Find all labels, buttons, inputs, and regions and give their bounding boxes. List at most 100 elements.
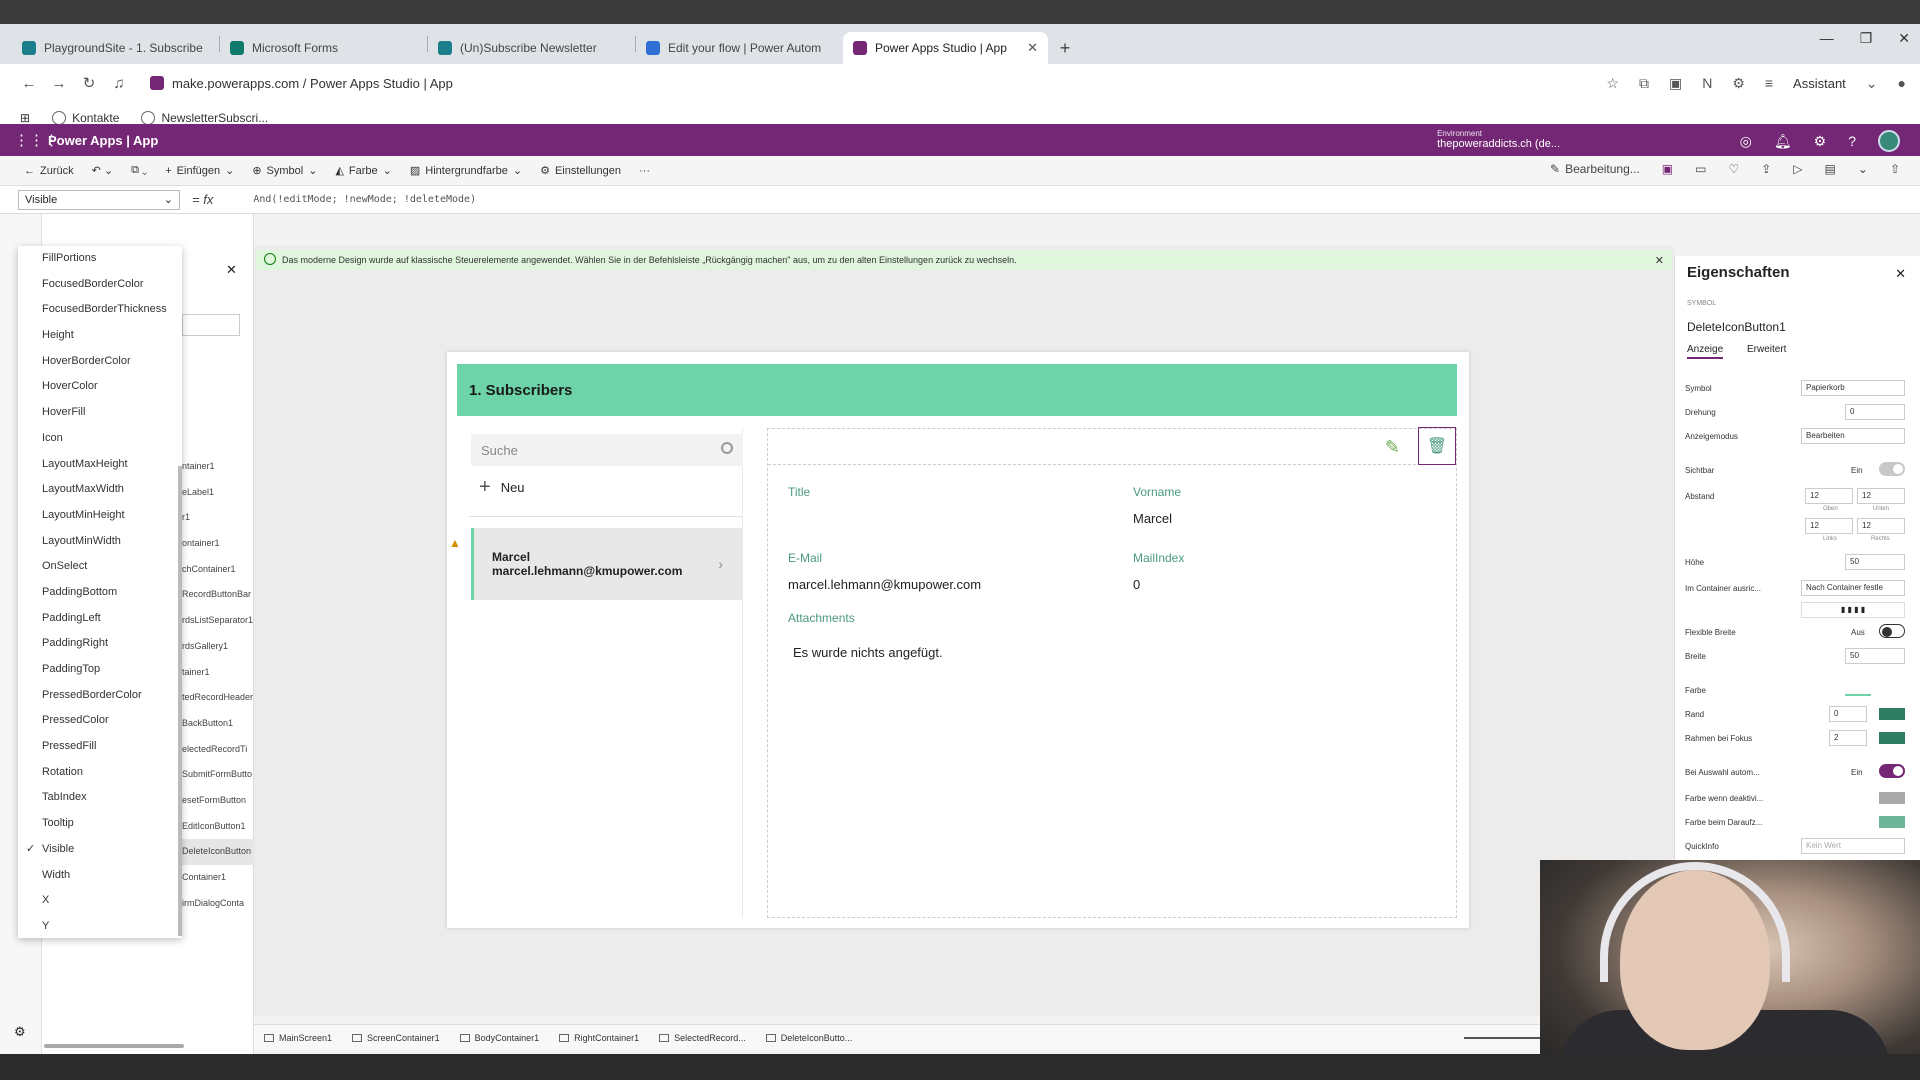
padding-top-input[interactable]: 12 (1805, 488, 1853, 504)
edit-icon[interactable]: ✎ (1385, 437, 1400, 458)
property-option[interactable]: FillPortions (18, 246, 182, 272)
breadcrumb-item[interactable]: RightContainer1 (559, 1033, 639, 1043)
display-mode-select[interactable]: Bearbeiten (1801, 428, 1905, 444)
extension-icon[interactable]: ⧉ (1639, 75, 1649, 92)
url-field[interactable]: make.powerapps.com / Power Apps Studio |… (150, 76, 1606, 91)
star-icon[interactable]: ☆ (1606, 75, 1619, 92)
alignment-buttons[interactable]: ▮ ▮ ▮ ▮ (1801, 602, 1905, 618)
apps-icon[interactable]: ⊞ (20, 111, 30, 125)
tree-item[interactable]: esetFormButton (178, 788, 254, 814)
settings-icon[interactable]: ⚙ (14, 1024, 26, 1040)
property-option[interactable]: LayoutMinHeight (18, 503, 182, 529)
breadcrumb-item[interactable]: ScreenContainer1 (352, 1033, 440, 1043)
tree-item[interactable]: electedRecordTi (178, 737, 254, 763)
tree-item[interactable]: EditIconButton1 (178, 814, 254, 840)
property-option[interactable]: HoverBorderColor (18, 349, 182, 375)
property-option[interactable]: TabIndex (18, 785, 182, 811)
tree-item[interactable]: eLabel1 (178, 480, 254, 506)
disabled-color-swatch[interactable] (1879, 792, 1905, 804)
more-button[interactable]: ··· (639, 165, 650, 177)
tab-display[interactable]: Anzeige (1687, 344, 1724, 359)
zoom-slider[interactable] (1464, 1037, 1544, 1039)
property-option[interactable]: PressedColor (18, 708, 182, 734)
copilot-icon[interactable]: ◎ (1740, 133, 1752, 150)
tree-item[interactable]: rdsGallery1 (178, 634, 254, 660)
restore-icon[interactable]: ❐ (1860, 30, 1873, 47)
menu-icon[interactable]: ≡ (1765, 75, 1773, 91)
new-tab-button[interactable]: + (1050, 32, 1080, 64)
settings-icon[interactable]: ⚙ (1732, 75, 1745, 92)
bell-icon[interactable]: 🔔︎ (1774, 133, 1792, 150)
close-icon[interactable]: ✕ (1655, 254, 1664, 267)
property-option-selected[interactable]: ✓ Visible (18, 837, 182, 863)
property-option[interactable]: Rotation (18, 760, 182, 786)
property-option[interactable]: LayoutMaxHeight (18, 452, 182, 478)
property-option[interactable]: Tooltip (18, 811, 182, 837)
tab-advanced[interactable]: Erweitert (1747, 344, 1786, 355)
property-option[interactable]: PaddingBottom (18, 580, 182, 606)
tree-item[interactable]: ntainer1 (178, 454, 254, 480)
browser-tab[interactable]: PlaygroundSite - 1. Subscribe (12, 32, 217, 64)
breadcrumb-item[interactable]: MainScreen1 (264, 1033, 332, 1043)
tree-item[interactable]: BackButton1 (178, 711, 254, 737)
tree-item[interactable]: tedRecordHeader (178, 685, 254, 711)
reload-icon[interactable]: ↻ (74, 74, 104, 92)
assistant-button[interactable]: Assistant (1793, 76, 1846, 91)
property-option[interactable]: Icon (18, 426, 182, 452)
formula-input[interactable]: And(!editMode; !newMode; !deleteMode) (253, 194, 476, 205)
autoselect-toggle[interactable] (1879, 764, 1905, 778)
comment-icon[interactable]: ▭ (1695, 162, 1706, 176)
border-color-swatch[interactable] (1879, 708, 1905, 720)
flex-width-toggle[interactable] (1879, 624, 1905, 638)
hover-color-swatch[interactable] (1879, 816, 1905, 828)
tree-item[interactable]: tainer1 (178, 660, 254, 686)
play-icon[interactable]: ▷ (1793, 162, 1802, 176)
breadcrumb-item[interactable]: BodyContainer1 (459, 1033, 539, 1043)
property-option[interactable]: PressedBorderColor (18, 683, 182, 709)
tree-item[interactable]: RecordButtonBar (178, 582, 254, 608)
close-window-icon[interactable]: ✕ (1898, 30, 1910, 47)
close-tab-icon[interactable]: ✕ (1027, 40, 1038, 56)
tree-item[interactable]: rdsListSeparator1 (178, 608, 254, 634)
focus-border-swatch[interactable] (1879, 732, 1905, 744)
padding-left-input[interactable]: 12 (1805, 518, 1853, 534)
tree-item-selected[interactable]: DeleteIconButton (178, 839, 254, 865)
height-input[interactable]: 50 (1845, 554, 1905, 570)
border-input[interactable]: 0 (1829, 706, 1867, 722)
copy-icon[interactable]: ⧉ ⌄ (131, 164, 147, 177)
tooltip-input[interactable]: Kein Wert (1801, 838, 1905, 854)
property-option[interactable]: FocusedBorderColor (18, 272, 182, 298)
environment-picker[interactable]: Environment thepoweraddicts.ch (de... (1437, 129, 1560, 150)
insert-button[interactable]: + Einfügen ⌄ (165, 164, 234, 178)
rotation-input[interactable]: 0 (1845, 404, 1905, 420)
avatar[interactable] (1878, 130, 1900, 152)
share-icon[interactable]: ⇪ (1761, 162, 1771, 176)
align-select[interactable]: Nach Container festle (1801, 580, 1905, 596)
close-icon[interactable]: ✕ (1895, 266, 1906, 282)
browser-tab[interactable]: Edit your flow | Power Autom (636, 32, 841, 64)
breadcrumb-item[interactable]: SelectedRecord... (659, 1033, 746, 1043)
tree-item[interactable]: chContainer1 (178, 557, 254, 583)
property-selector[interactable]: Visible ⌄ (18, 189, 180, 210)
collections-icon[interactable]: ▣ (1669, 75, 1682, 92)
property-option[interactable]: HoverFill (18, 400, 182, 426)
property-option[interactable]: X (18, 888, 182, 914)
back-icon[interactable]: ← (14, 75, 44, 92)
tree-item[interactable]: ontainer1 (178, 531, 254, 557)
horizontal-scrollbar[interactable] (44, 1044, 184, 1048)
symbol-select[interactable]: Papierkorb (1801, 380, 1905, 396)
tree-item[interactable]: SubmitFormButto (178, 762, 254, 788)
browser-tab[interactable]: Microsoft Forms (220, 32, 425, 64)
editing-button[interactable]: ✎ Bearbeitung... (1550, 162, 1640, 176)
property-option[interactable]: OnSelect (18, 554, 182, 580)
tree-item[interactable]: r1 (178, 505, 254, 531)
breadcrumb-item[interactable]: DeleteIconButto... (765, 1033, 852, 1043)
minimize-icon[interactable]: — (1820, 30, 1834, 47)
chevron-down-icon[interactable]: ⌄ (1866, 75, 1878, 92)
background-button[interactable]: ▨ Hintergrundfarbe ⌄ (410, 164, 522, 178)
property-option[interactable]: FocusedBorderThickness (18, 297, 182, 323)
warning-icon[interactable]: ▲ (449, 536, 461, 550)
property-option[interactable]: LayoutMinWidth (18, 529, 182, 555)
focus-border-input[interactable]: 2 (1829, 730, 1867, 746)
profile-icon[interactable]: ● (1898, 75, 1906, 91)
